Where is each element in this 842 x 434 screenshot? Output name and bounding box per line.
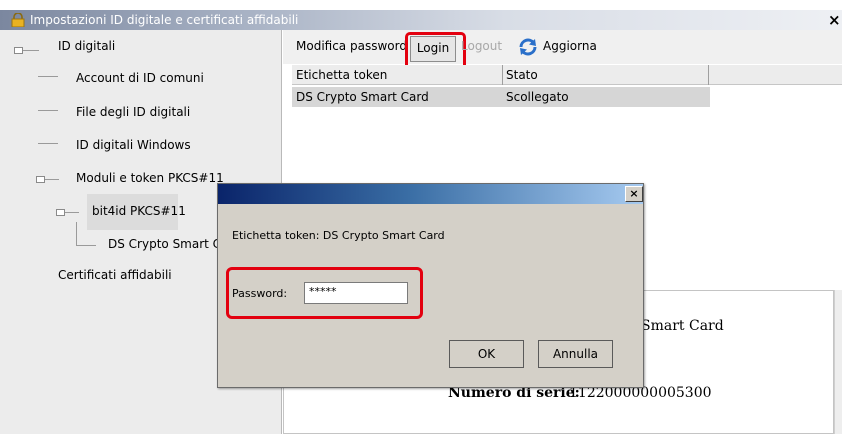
- tree-connector: [38, 110, 58, 111]
- tree-item-bit4id-pkcs11[interactable]: bit4id PKCS#11: [92, 204, 186, 218]
- tree-connector: [38, 76, 58, 77]
- tree-connector: [23, 50, 39, 51]
- tree-item-certificati-affidabili[interactable]: Certificati affidabili: [58, 268, 172, 282]
- tree-item-account-id-comuni[interactable]: Account di ID comuni: [76, 71, 204, 85]
- tree-item-ds-crypto-smart-card[interactable]: DS Crypto Smart Ca: [108, 237, 228, 251]
- dialog-title-bar: ×: [218, 184, 643, 204]
- expand-toggle-icon[interactable]: [56, 209, 65, 216]
- column-header-status[interactable]: Stato: [506, 68, 538, 82]
- tree-item-id-digitali-windows[interactable]: ID digitali Windows: [76, 138, 191, 152]
- tree-connector: [76, 245, 96, 246]
- logout-button[interactable]: Logout: [461, 39, 502, 53]
- change-password-button[interactable]: Modifica password: [296, 39, 407, 53]
- password-highlight-box: [226, 267, 423, 319]
- refresh-icon[interactable]: [517, 36, 539, 58]
- tree-connector: [76, 222, 77, 245]
- tree-connector: [65, 212, 79, 213]
- cancel-button[interactable]: Annulla: [538, 340, 613, 368]
- detail-scrollbar[interactable]: [834, 290, 842, 434]
- token-label-cell: DS Crypto Smart Card: [296, 90, 429, 104]
- detail-title: Smart Card: [641, 318, 724, 334]
- column-divider[interactable]: [708, 65, 709, 85]
- column-divider[interactable]: [502, 65, 503, 85]
- window-title: Impostazioni ID digitale e certificati a…: [30, 13, 299, 27]
- tree-item-id-digitali[interactable]: ID digitali: [58, 39, 115, 53]
- token-status-cell: Scollegato: [506, 90, 569, 104]
- expand-toggle-icon[interactable]: [36, 176, 45, 183]
- tree-item-file-id-digitali[interactable]: File degli ID digitali: [76, 105, 190, 119]
- expand-toggle-icon[interactable]: [14, 47, 23, 54]
- window-title-bar: Impostazioni ID digitale e certificati a…: [0, 10, 842, 30]
- table-row[interactable]: DS Crypto Smart Card Scollegato: [292, 87, 710, 107]
- dialog-close-button[interactable]: ×: [625, 186, 643, 202]
- token-table-header: Etichetta token Stato: [292, 65, 842, 85]
- tree-item-moduli-token[interactable]: Moduli e token PKCS#11: [76, 171, 224, 185]
- column-header-token-label[interactable]: Etichetta token: [296, 68, 387, 82]
- dialog-token-label: Etichetta token: DS Crypto Smart Card: [232, 229, 445, 242]
- tree-connector: [45, 179, 59, 180]
- ok-button[interactable]: OK: [449, 340, 524, 368]
- refresh-button[interactable]: Aggiorna: [543, 39, 597, 53]
- window-close-button[interactable]: ×: [828, 11, 841, 29]
- lock-icon: [11, 13, 25, 27]
- tree-connector: [38, 143, 58, 144]
- login-dialog: × Etichetta token: DS Crypto Smart Card …: [217, 183, 644, 388]
